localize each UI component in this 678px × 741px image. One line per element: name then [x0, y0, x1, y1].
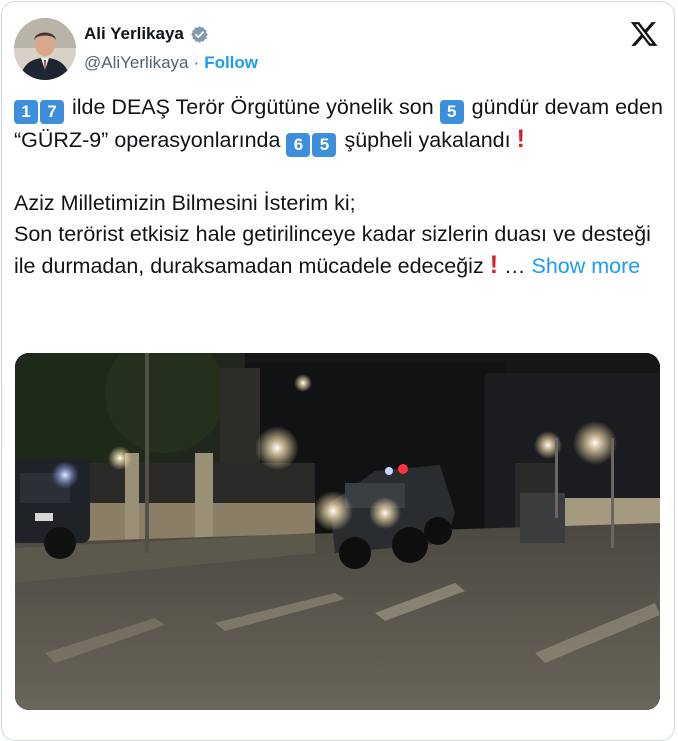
tweet-text-segment: ilde DEAŞ Terör Örgütüne yönelik son [71, 95, 434, 119]
author-name[interactable]: Ali Yerlikaya [84, 24, 184, 44]
tweet-paragraph-3: Son terörist etkisiz hale getirilinceye … [14, 219, 666, 282]
author-name-row: Ali Yerlikaya [84, 24, 209, 44]
keycap-digit: 7 [40, 100, 64, 124]
avatar[interactable] [14, 18, 76, 80]
tweet-text-segment: şüpheli yakalandı [344, 128, 511, 152]
tweet-card: Ali Yerlikaya @AliYerlikaya · Follow 17 … [1, 1, 675, 741]
keycap-digit: 1 [14, 100, 38, 124]
author-handle-row: @AliYerlikaya · Follow [84, 53, 258, 73]
x-logo-icon[interactable] [628, 19, 660, 49]
tweet-text: 17 ilde DEAŞ Terör Örgütüne yönelik son … [14, 92, 666, 282]
separator-dot: · [193, 53, 200, 72]
follow-button[interactable]: Follow [204, 53, 258, 73]
ellipsis: … [504, 254, 526, 278]
keycap-digit: 5 [312, 133, 337, 157]
exclamation-icon: ! [516, 125, 525, 153]
night-street-scene [15, 353, 660, 710]
show-more-link[interactable]: Show more [532, 254, 641, 278]
keycap-digit: 6 [286, 133, 311, 157]
tweet-paragraph-1: 17 ilde DEAŞ Terör Örgütüne yönelik son … [14, 92, 666, 157]
keycap-digit: 5 [439, 100, 464, 124]
tweet-video[interactable] [15, 353, 660, 710]
verified-badge-icon [191, 25, 208, 43]
exclamation-icon: ! [489, 251, 499, 279]
author-handle[interactable]: @AliYerlikaya [84, 53, 189, 73]
tweet-paragraph-2: Aziz Milletimizin Bilmesini İsterim ki; [14, 191, 356, 215]
